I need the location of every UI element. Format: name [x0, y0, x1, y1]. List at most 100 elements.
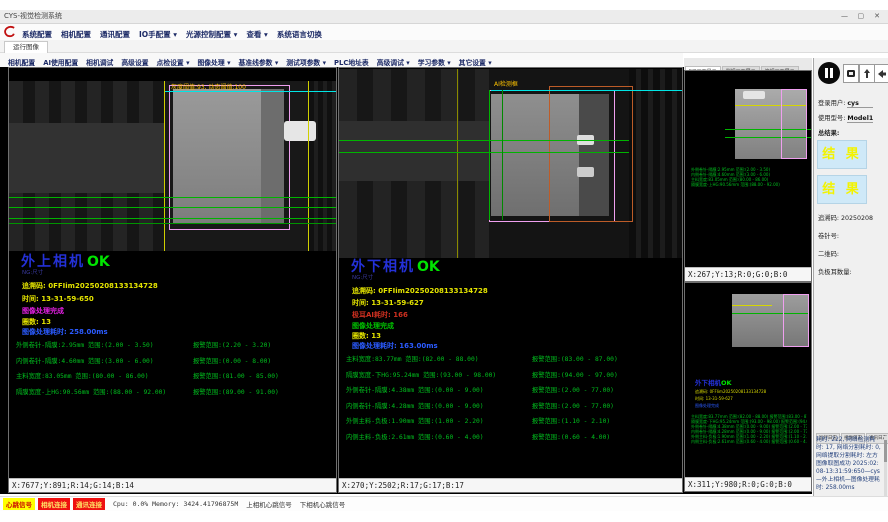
measurement-row: 内侧主料-负极:2.61mm 范围:(0.60 - 4.00) 报警范围:(0.…	[346, 432, 678, 441]
measurement-value: 内侧卷针-隔膜:4.28mm 范围:(0.00 - 9.00)	[346, 401, 532, 410]
camera-image-lower[interactable]: AI检测框	[339, 69, 682, 258]
alarm-range: 报警范围:(2.20 - 3.20)	[193, 340, 332, 349]
alarm-range: 报警范围:(89.00 - 91.00)	[193, 387, 332, 396]
measure-line-green	[339, 152, 629, 153]
maximize-button[interactable]: ▢	[854, 10, 868, 23]
measurement-value: 主料宽度:83.77mm 范围:(82.00 - 88.00)	[346, 354, 532, 363]
gauge-line-yellow	[732, 305, 772, 306]
camera-panel-upper[interactable]: 灰度阈值:93, 动态阈值:100 外上相机OK NG:尺寸 追溯码: 0FFI…	[8, 67, 337, 493]
cpu-memory-text: Cpu: 0.0% Memory: 3424.41796875M	[113, 500, 238, 508]
machine-band	[339, 121, 489, 181]
ng-sub-label: NG:尺寸	[22, 268, 43, 276]
display-button[interactable]	[843, 64, 859, 83]
threshold-overlay-text: 灰度阈值:93, 动态阈值:100	[171, 82, 246, 91]
control-panel: 登录用户: cys 使用型号: Model1 总结果: 结 果 结 果 追溯码:…	[813, 58, 888, 510]
tab-highlight	[577, 167, 594, 177]
pause-icon	[830, 68, 833, 78]
upload-button[interactable]	[859, 64, 875, 83]
app-logo-icon	[3, 25, 17, 39]
roi-rectangle	[783, 294, 809, 347]
camera-image-upper[interactable]: 灰度阈值:93, 动态阈值:100	[9, 81, 336, 251]
measurement-row: 主料宽度:83.77mm 范围:(82.00 - 88.00) 报警范围:(83…	[346, 354, 678, 363]
measure-line-green-v	[489, 90, 490, 220]
measure-line-green-v	[502, 90, 503, 220]
alarm-range: 报警范围:(94.00 - 97.00)	[532, 370, 678, 379]
cell-edge-shade	[261, 89, 284, 224]
pause-button[interactable]	[818, 62, 840, 84]
thumb-measure-row: 内侧主料-负极:2.61mm 范围:(0.60 - 4.00) 报警范围:(0.…	[691, 439, 807, 444]
measure-line-green	[9, 197, 336, 198]
camera-connect-badge: 相机连接	[38, 498, 70, 510]
machine-right-stripes	[629, 69, 682, 258]
ng-sub-label: NG:尺寸	[352, 273, 373, 281]
minimize-button[interactable]: —	[838, 10, 852, 23]
thumb-panel-2[interactable]: 外下相机OK 追溯码: 0FFIim20250208133134728 时间: …	[684, 282, 812, 492]
status-bar: 心跳信号 相机连接 通讯连接 Cpu: 0.0% Memory: 3424.41…	[0, 496, 888, 511]
thumb2-time: 时间: 13-31-59-627	[695, 396, 807, 401]
pixel-coordinate-bar: X:311;Y:980;R:0;G:0;B:0	[685, 477, 811, 491]
baseline-cyan	[164, 91, 336, 92]
measurement-value: 隔膜宽度-下HG:95.24mm 范围:(93.00 - 98.00)	[346, 370, 532, 379]
app-window: CYS-视觉检测系统 — ▢ ✕ 系统配置相机配置通讯配置IO手配置 ▾光源控制…	[0, 0, 888, 522]
thumb-panel-1[interactable]: 外侧卷针-隔膜:2.95mm 范围:(2.00 - 3.50)内侧卷针-隔膜:4…	[684, 70, 812, 282]
pixel-coordinate-bar: X:267;Y:13;R:0;G:0;B:0	[685, 267, 811, 281]
measurement-value: 内侧卷针-隔膜:4.60mm 范围:(3.00 - 6.00)	[16, 356, 193, 365]
thumb2-trace: 追溯码: 0FFIim20250208133134728	[695, 389, 807, 394]
settings-toolbar: 相机配置AI使用配置相机调试高级设置点检设置 ▾图像处理 ▾基准线参数 ▾测试项…	[0, 53, 683, 68]
alarm-range: 报警范围:(83.00 - 87.00)	[532, 354, 678, 363]
total-result-label: 总结果:	[818, 128, 839, 137]
baseline-cyan	[491, 90, 682, 91]
result-ok: OK	[87, 254, 110, 270]
thumb2-done: 图像处理完成	[695, 403, 807, 408]
measure-line-green	[9, 218, 336, 219]
turns-line: 圈数: 13	[22, 317, 51, 327]
model-value: Model1	[847, 115, 873, 123]
window-title: CYS-视觉检测系统	[4, 12, 62, 20]
pixel-coordinate-bar: X:270;Y:2502;R:17;G:17;B:17	[339, 478, 682, 492]
elapsed-line: 图像处理耗时: 163.00ms	[352, 341, 438, 351]
thumb2-rows: 主料宽度:83.77mm 范围:(82.00 - 88.00) 报警范围:(83…	[691, 414, 807, 444]
measurement-list: 主料宽度:83.77mm 范围:(82.00 - 88.00) 报警范围:(83…	[346, 354, 678, 447]
upper-camera-status: 上相机心跳信号	[246, 499, 292, 509]
elapsed-line: 图像处理耗时: 258.00ms	[22, 327, 108, 337]
ai-elapsed-line: 极耳AI耗时: 166	[352, 310, 408, 320]
neg-tab-count-label: 负极耳数量:	[818, 267, 852, 276]
measurement-row: 隔膜宽度-下HG:95.24mm 范围:(93.00 - 98.00) 报警范围…	[346, 370, 678, 379]
measurement-row: 外侧卷针-隔膜:2.95mm 范围:(2.00 - 3.50) 报警范围:(2.…	[16, 340, 332, 349]
time-line: 时间: 13-31-59-650	[22, 294, 94, 304]
alarm-range: 报警范围:(2.00 - 77.00)	[532, 385, 678, 394]
thumb-tab-strip: NG画面显示侧视画面展示俯视画面展示	[684, 58, 812, 70]
measurement-value: 隔膜宽度-上HG:90.56mm 范围:(88.00 - 92.00)	[16, 387, 193, 396]
alarm-range: 报警范围:(1.10 - 2.10)	[532, 416, 678, 425]
camera-panel-lower[interactable]: AI检测框 外下相机OK NG:尺寸 追溯码: 0FFIim2025020813…	[338, 67, 683, 493]
lower-camera-status: 下相机心跳信号	[300, 499, 346, 509]
connector-tab	[284, 121, 316, 141]
measure-line-green	[9, 223, 336, 224]
tab-run-image[interactable]: 运行图像	[4, 41, 48, 53]
window-titlebar: CYS-视觉检测系统 — ▢ ✕	[0, 10, 888, 24]
turns-line: 圈数: 13	[352, 331, 381, 341]
gauge-line-yellow-left	[164, 81, 165, 251]
model-row: 使用型号: Model1	[818, 113, 873, 123]
camera-name: 外下相机	[695, 379, 721, 387]
connector-tab	[743, 91, 765, 99]
arrow-up-icon	[862, 68, 872, 80]
result-ok: OK	[721, 379, 732, 387]
measurement-row: 外侧卷针-隔膜:4.38mm 范围:(0.00 - 9.00) 报警范围:(2.…	[346, 385, 678, 394]
measure-line-green	[339, 140, 629, 141]
login-user-row: 登录用户: cys	[818, 98, 873, 108]
arrow-left-icon	[877, 68, 887, 80]
alarm-range: 报警范围:(2.00 - 77.00)	[532, 401, 678, 410]
tab-strip: 运行图像	[0, 40, 888, 53]
trace-code-line: 追溯码: 0FFIim20250208133134728	[352, 286, 488, 296]
measurement-list: 外侧卷针-隔膜:2.95mm 范围:(2.00 - 3.50) 报警范围:(2.…	[16, 340, 332, 402]
machine-band	[9, 123, 165, 193]
close-button[interactable]: ✕	[870, 10, 884, 23]
pause-icon	[825, 68, 828, 78]
result-display-box-2: 结 果	[817, 175, 867, 204]
ai-overlay-text: AI检测框	[494, 79, 518, 88]
log-scrollbar[interactable]	[884, 436, 887, 496]
menu-bar: 系统配置相机配置通讯配置IO手配置 ▾光源控制配置 ▾查看 ▾系统语言切换	[0, 24, 888, 41]
back-button[interactable]	[874, 64, 888, 83]
measurement-value: 外侧卷针-隔膜:2.95mm 范围:(2.00 - 3.50)	[16, 340, 193, 349]
